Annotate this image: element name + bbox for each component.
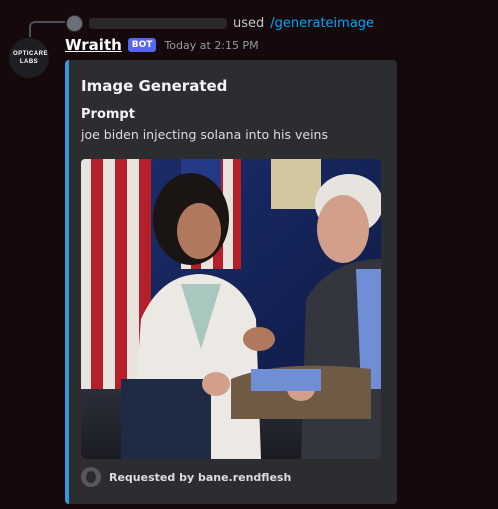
avatar-logo-text: OPTICARE LABS [13, 51, 49, 65]
embed-field-name: Prompt [81, 107, 135, 122]
reply-user-avatar[interactable] [66, 14, 83, 32]
bot-badge: BOT [127, 38, 157, 52]
generated-image[interactable] [81, 159, 381, 459]
reply-connector-line [29, 21, 65, 37]
requester-avatar-icon [81, 467, 101, 487]
slash-command-link[interactable]: /generateimage [270, 16, 374, 31]
embed-card: Image Generated Prompt joe biden injecti… [65, 60, 397, 504]
message-header: Wraith BOT Today at 2:15 PM [65, 36, 259, 54]
embed-footer: Requested by bane.rendflesh [81, 467, 291, 487]
message-timestamp[interactable]: Today at 2:15 PM [164, 39, 258, 52]
reply-username-redacted [89, 17, 227, 29]
avatar-logo: OPTICARE LABS [13, 50, 49, 66]
reply-used-text: used [233, 15, 265, 31]
embed-field-value: joe biden injecting solana into his vein… [81, 127, 328, 142]
author-username[interactable]: Wraith [65, 36, 122, 54]
bot-avatar[interactable]: OPTICARE LABS [9, 38, 49, 78]
embed-title: Image Generated [81, 77, 228, 95]
embed-footer-text: Requested by bane.rendflesh [109, 470, 292, 484]
reply-reference[interactable]: used /generateimage [66, 14, 374, 32]
